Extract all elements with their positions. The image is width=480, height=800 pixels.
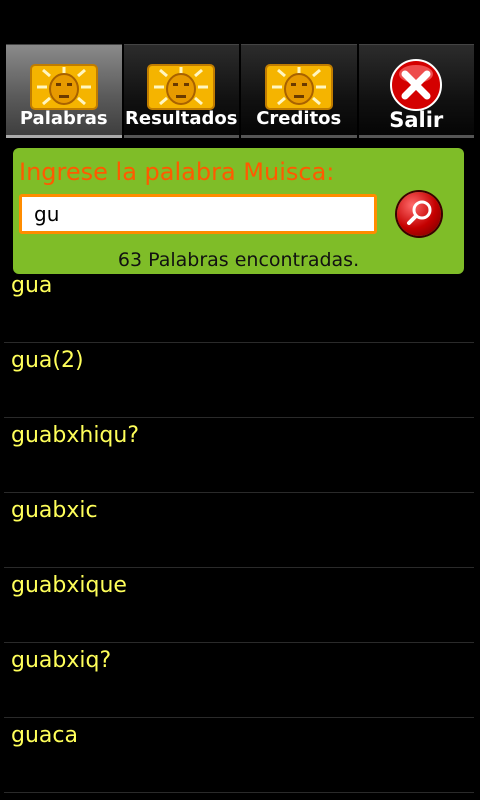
tab-bar: Palabras Resultados Creditos Salir xyxy=(6,44,474,138)
list-item-label: gua(2) xyxy=(11,348,84,373)
list-item[interactable]: guabxic xyxy=(4,493,474,568)
search-input[interactable] xyxy=(22,197,374,231)
status-bar xyxy=(0,0,480,44)
results-list: gua gua(2) guabxhiqu? guabxic guabxique … xyxy=(4,268,474,793)
list-item[interactable]: gua(2) xyxy=(4,343,474,418)
tab-palabras[interactable]: Palabras xyxy=(6,44,122,138)
tab-creditos[interactable]: Creditos xyxy=(241,44,357,138)
sun-mask-icon xyxy=(264,64,333,110)
list-item[interactable]: guabxhiqu? xyxy=(4,418,474,493)
list-item-label: guaca xyxy=(11,723,78,748)
search-button[interactable] xyxy=(397,192,441,236)
close-icon xyxy=(390,59,443,111)
list-item[interactable]: gua xyxy=(4,268,474,343)
sun-mask-icon xyxy=(29,64,98,110)
list-item-label: gua xyxy=(11,273,53,298)
search-panel: Ingrese la palabra Muisca: 63 Palabras e… xyxy=(13,148,464,274)
search-field[interactable] xyxy=(19,194,377,234)
tab-label: Salir xyxy=(389,108,444,132)
list-item-label: guabxiq? xyxy=(11,648,112,673)
search-icon xyxy=(407,200,432,225)
list-item-label: guabxique xyxy=(11,573,127,598)
tab-resultados[interactable]: Resultados xyxy=(123,44,239,138)
sun-mask-icon xyxy=(147,64,216,110)
list-item[interactable]: guaca xyxy=(4,718,474,793)
tab-salir[interactable]: Salir xyxy=(358,44,474,138)
list-item-label: guabxic xyxy=(11,498,98,523)
search-prompt: Ingrese la palabra Muisca: xyxy=(19,158,335,186)
list-item[interactable]: guabxiq? xyxy=(4,643,474,718)
list-item-label: guabxhiqu? xyxy=(11,423,140,448)
list-item[interactable]: guabxique xyxy=(4,568,474,643)
